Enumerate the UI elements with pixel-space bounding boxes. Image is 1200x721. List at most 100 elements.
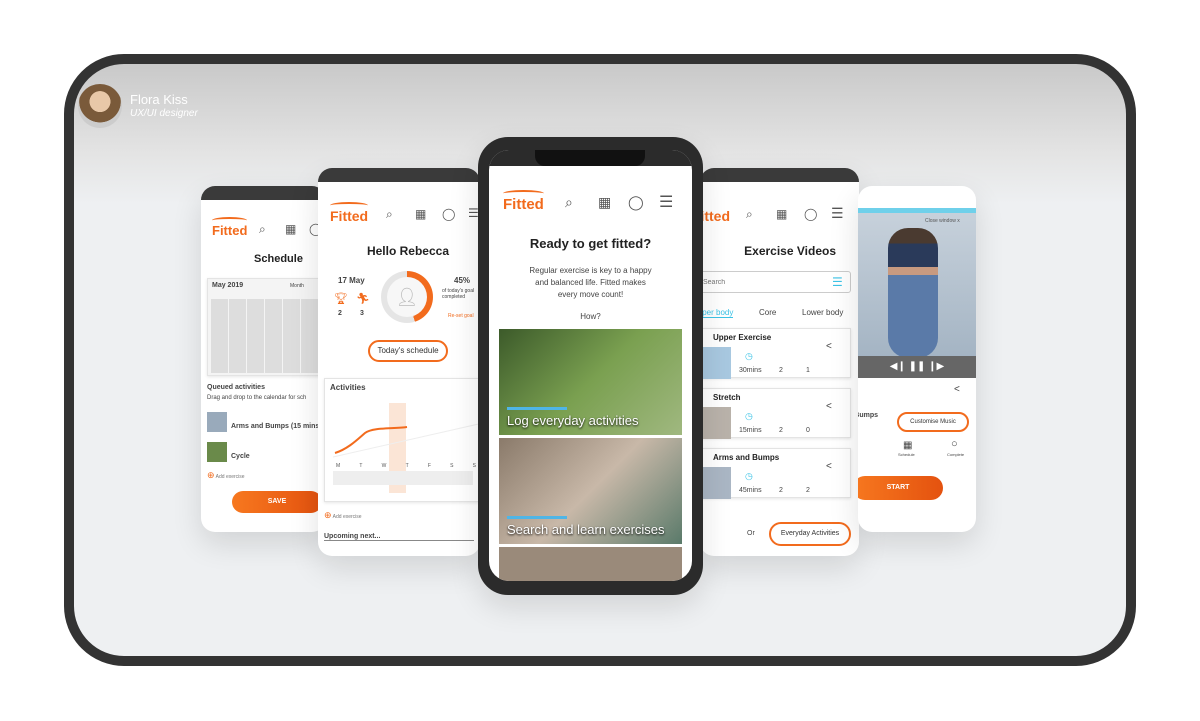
timer-icon: ◷ [745,411,753,421]
page-title: Ready to get fitted? [529,236,652,251]
queued-title: Queued activities [207,384,265,391]
date: 17 May [338,276,365,285]
learn-exercises-card[interactable]: Search and learn exercises [499,438,682,544]
add-exercise-button[interactable]: ⊕ Add exercise [324,510,362,521]
tab-lower-body[interactable]: Lower body [802,308,843,317]
video-card[interactable]: Arms and Bumps 45mins 2 2 ◷ < [700,448,851,499]
user-icon: 👤︎ [387,277,427,317]
timer-icon: ◷ [745,471,753,481]
profile-icon[interactable]: ◯ [804,207,817,221]
day-label: M [336,463,341,469]
video-thumb [700,407,731,439]
calendar-grid[interactable] [211,299,321,373]
day-label: S [450,463,454,469]
calendar-icon[interactable]: ▦ [903,440,912,451]
video-weights: 0 [806,427,810,434]
activities-card: Activities M T W T F S S [324,378,480,502]
calendar-icon[interactable]: ▦ [776,207,787,221]
video-level: 2 [779,427,783,434]
search-icon[interactable]: ⌕ [259,222,266,237]
share-icon[interactable]: < [826,461,832,472]
start-button[interactable]: START [858,476,943,500]
video-duration: 15mins [739,427,762,434]
main-screen: Fitted ⌕ ▦ ◯ ☰ Ready to get fitted? Regu… [489,150,692,581]
everyday-activities-button[interactable]: Everyday Activities [769,522,851,546]
main-phone: Fitted ⌕ ▦ ◯ ☰ Ready to get fitted? Regu… [478,137,703,595]
goal-percent: 45% [454,276,471,285]
save-button[interactable]: SAVE [232,491,322,513]
share-icon[interactable]: < [826,341,832,352]
close-window-button[interactable]: Close window x [925,218,960,224]
complete-icon[interactable]: ○ [951,438,958,450]
tab-core[interactable]: Core [759,308,776,317]
trophy-count: 2 [338,310,342,317]
calendar-icon[interactable]: ▦ [598,194,611,211]
status-bar [318,168,480,182]
menu-icon[interactable]: ☰ [831,205,844,222]
avatar [78,84,122,128]
page-title: Exercise Videos [744,244,836,258]
logo: Fitted [330,202,369,224]
status-bar [700,168,859,182]
add-exercise-label: Add exercise [332,514,362,520]
video-level: 2 [779,367,783,374]
logo: Fitted [503,190,544,213]
calendar-icon[interactable]: ▦ [415,207,426,221]
video-thumb [700,347,731,379]
run-count: 3 [360,310,364,317]
search-icon[interactable]: ⌕ [565,194,573,211]
video-title: Arms and Bumps [713,453,780,462]
calendar: May 2019 Month [207,278,326,376]
schedule-phone: Fitted ⌕ ▦ ◯ Schedule May 2019 Month Que… [201,186,326,532]
profile-icon[interactable]: ◯ [442,207,455,221]
schedule-label: Schedule [898,452,915,457]
reset-goal-link[interactable]: Re-set goal [448,313,474,319]
queued-item[interactable]: Cycle [231,453,250,460]
add-exercise-button[interactable]: ⊕ Add exercise [207,470,245,481]
or-label: Or [747,530,755,537]
day-label: T [405,463,409,469]
search-icon[interactable]: ⌕ [386,207,393,222]
plus-icon: ⊕ [324,510,332,520]
week-labels: MTWTFSS [336,463,476,469]
activity-card[interactable] [499,547,682,581]
video-duration: 30mins [739,367,762,374]
log-activities-card[interactable]: Log everyday activities [499,329,682,435]
notch [535,150,645,166]
menu-icon[interactable]: ☰ [659,192,673,212]
day-label: W [381,463,387,469]
search-input[interactable] [700,271,851,293]
queued-item[interactable]: Arms and Bumps (15 mins) [231,423,322,430]
calendar-icon[interactable]: ▦ [285,222,296,236]
intro-text: Regular exercise is key to a happy and b… [529,266,652,299]
logo: Fitted [700,208,730,224]
video-progress[interactable] [858,208,976,213]
search-icon[interactable]: ⌕ [746,207,753,222]
video-card[interactable]: Stretch 15mins 2 0 ◷ < [700,388,851,439]
share-icon[interactable]: < [826,401,832,412]
share-icon[interactable]: < [954,384,960,395]
playback-controls[interactable]: ◀❙ ❚❚ ❙▶ [858,356,976,378]
customise-music-button[interactable]: Customise Music [897,412,969,432]
todays-schedule-button[interactable]: Today's schedule [368,340,448,362]
profile-icon[interactable]: ◯ [628,194,644,211]
video-player[interactable]: Close window x ◀❙ ❚❚ ❙▶ [858,208,976,378]
designer-name: Flora Kiss [130,92,188,107]
exercise-title: Arms and Bumps [858,412,878,419]
filter-icon[interactable]: ☰ [832,275,843,289]
card-title: Log everyday activities [507,407,639,429]
how-link[interactable]: How? [489,312,692,321]
activity-line [333,423,480,458]
trophy-icon: 🏆︎ [334,293,348,305]
video-title: Stretch [713,393,741,402]
logo: Fitted [212,217,248,238]
add-exercise-label: Add exercise [215,474,245,480]
running-icon: 🏃︎ [356,293,370,305]
tab-upper-body[interactable]: Upper body [700,308,734,318]
view-toggle[interactable]: Month [290,283,304,289]
video-title: Upper Exercise [713,333,772,342]
activity-bars [333,471,473,485]
video-card[interactable]: Upper Exercise 30mins 2 1 ◷ < [700,328,851,379]
status-bar [201,186,326,200]
calendar-month: May 2019 [212,282,244,289]
